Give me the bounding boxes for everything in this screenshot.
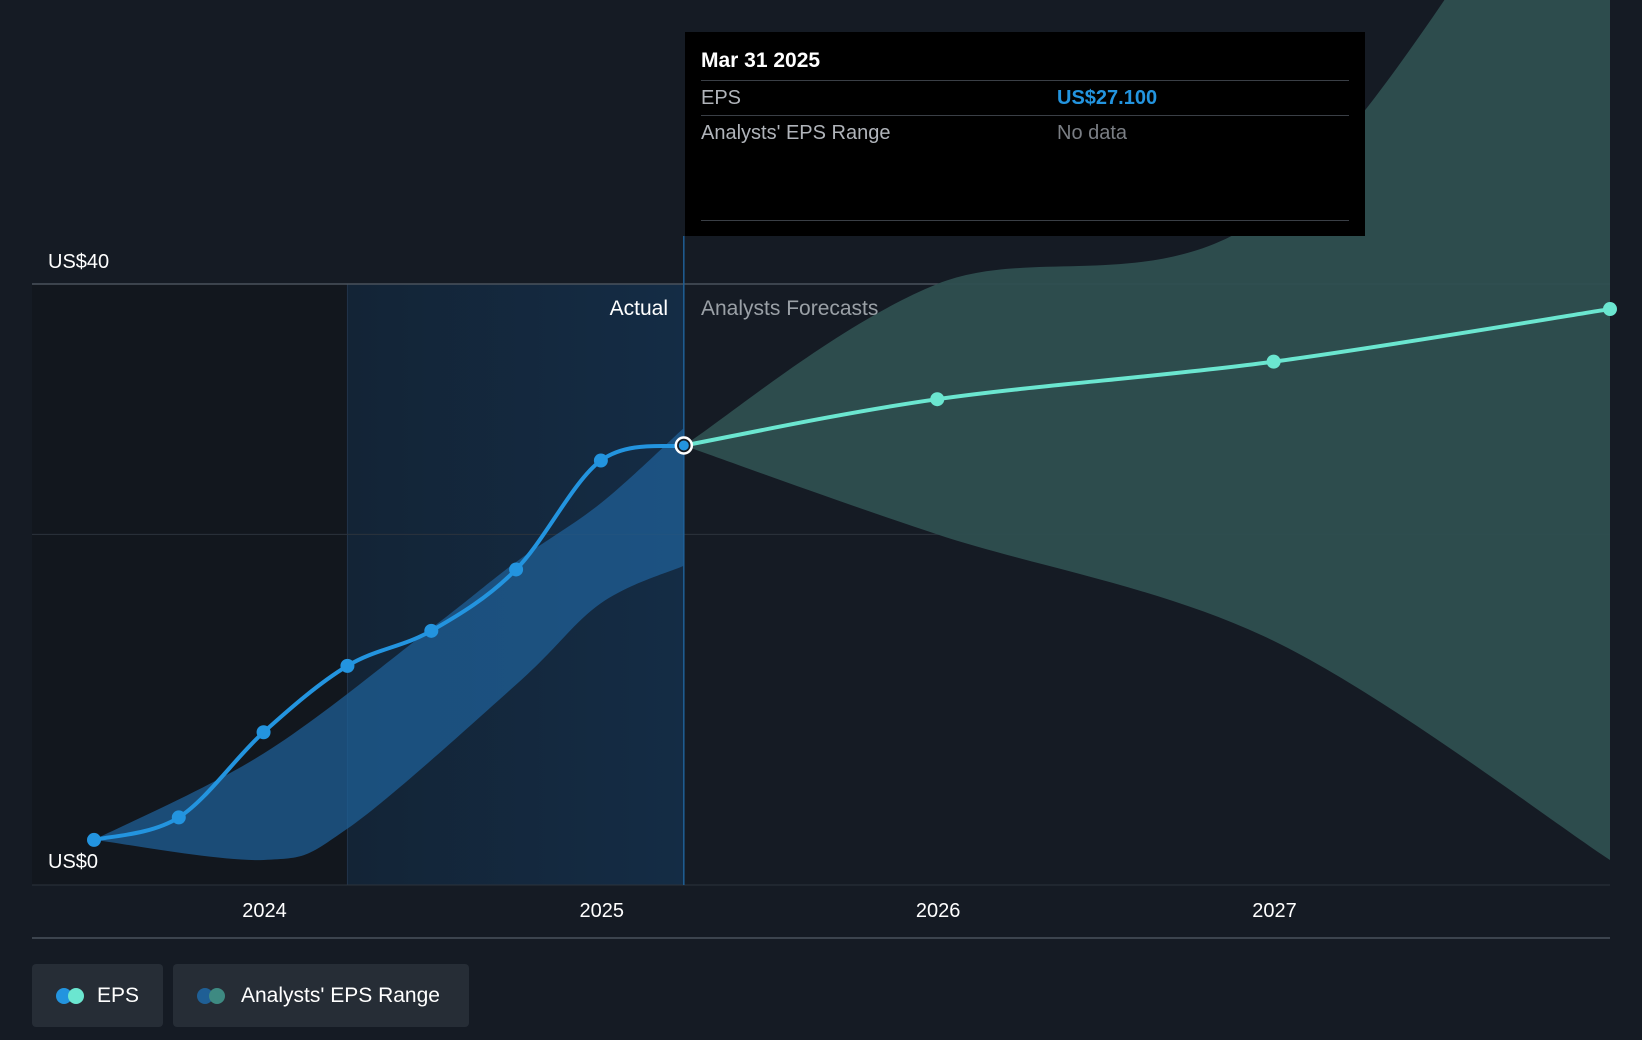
tooltip-divider [701,220,1349,221]
eps-point [340,658,355,673]
legend-range[interactable]: Analysts' EPS Range [173,964,469,1027]
eps-legend-icon [56,987,85,1005]
legend-eps[interactable]: EPS [32,964,163,1027]
eps-point [171,810,186,825]
y-tick-label: US$0 [48,851,98,873]
eps-point [424,623,439,638]
eps-point [593,453,608,468]
actual-region-label: Actual [610,297,668,320]
tooltip-range-value: No data [1057,121,1128,144]
forecast-region-label: Analysts Forecasts [701,297,878,320]
tooltip: Mar 31 2025 EPS US$27.100 Analysts' EPS … [685,32,1365,236]
tooltip-row-eps: EPS US$27.100 [701,80,1349,115]
eps-point [256,725,271,740]
legend: EPS Analysts' EPS Range [32,964,469,1027]
eps-hover-point-core [678,440,689,451]
legend-eps-label: EPS [96,983,139,1007]
x-tick-label: 2027 [1252,900,1297,922]
eps-point [930,392,945,407]
y-tick-label: US$40 [48,251,109,273]
tooltip-row-range: Analysts' EPS Range No data [701,115,1349,150]
x-tick-label: 2025 [580,900,625,922]
tooltip-range-label: Analysts' EPS Range [701,121,891,144]
x-tick-label: 2026 [916,900,961,922]
range-legend-icon [197,987,229,1005]
tooltip-eps-value: US$27.100 [1057,86,1158,109]
eps-point [509,562,524,577]
tooltip-eps-label: EPS [701,86,742,109]
eps-point [87,832,101,847]
x-tick-label: 2024 [242,900,287,922]
eps-point [1603,302,1617,317]
legend-range-label: Analysts' EPS Range [241,983,440,1007]
tooltip-date: Mar 31 2025 [701,49,821,72]
eps-point [1266,354,1281,369]
